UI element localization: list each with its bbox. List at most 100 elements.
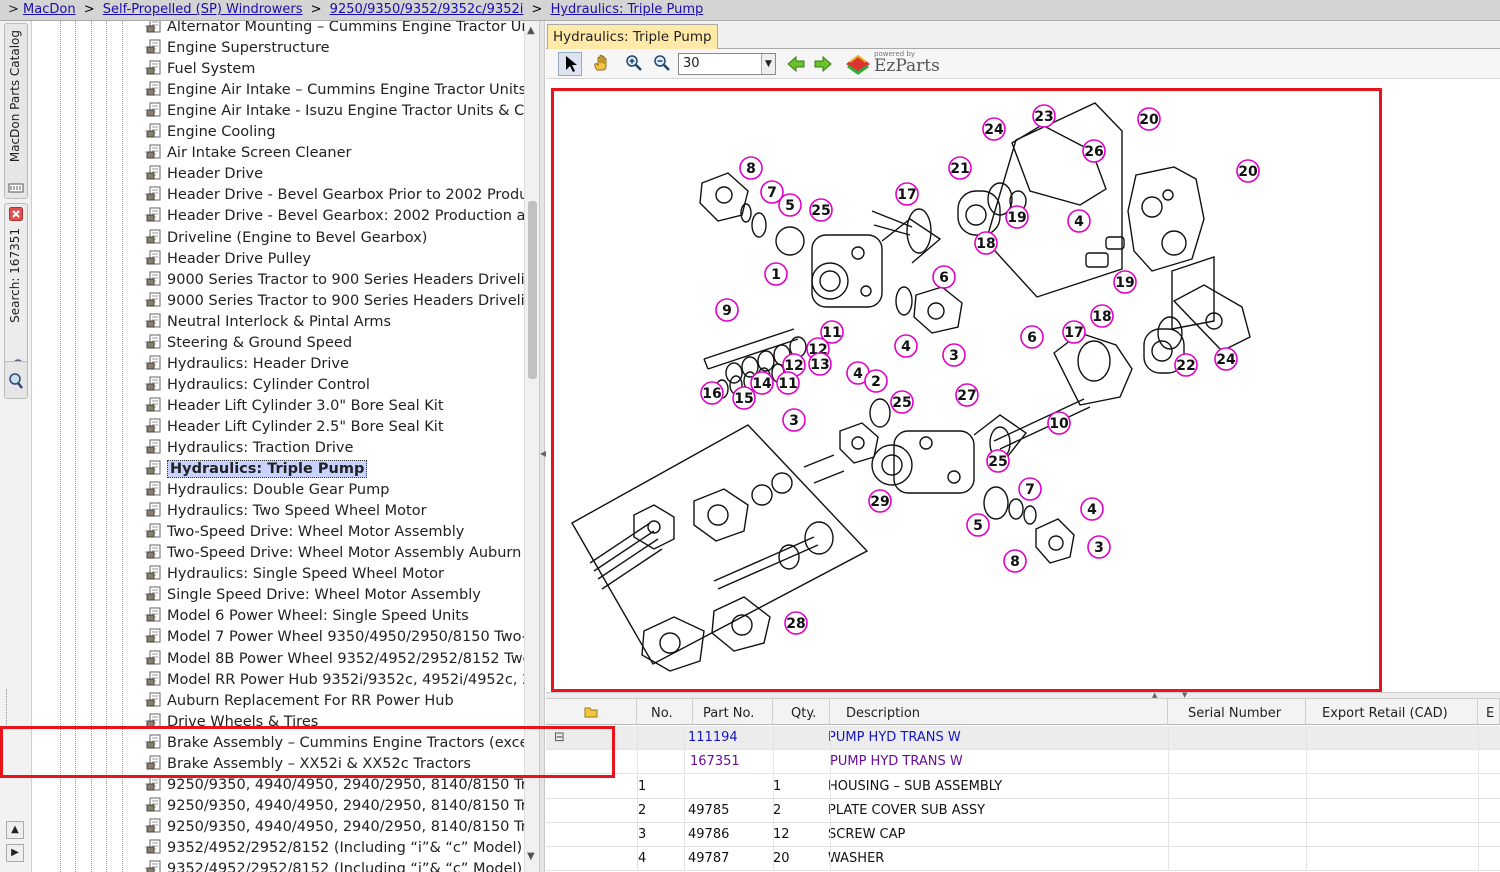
tree-item[interactable]: Header Drive Pulley (139, 249, 311, 270)
callout-3[interactable]: 3 (1087, 535, 1111, 559)
callout-16[interactable]: 16 (700, 381, 724, 405)
callout-20[interactable]: 20 (1236, 159, 1260, 183)
table-row[interactable]: ⊟ 111194 PUMP HYD TRANS W (546, 726, 1500, 750)
column-header-no[interactable]: No. (637, 699, 693, 725)
pane-splitter[interactable]: ◀ (539, 21, 546, 872)
callout-4[interactable]: 4 (1067, 209, 1091, 233)
tree-item[interactable]: Hydraulics: Triple Pump (139, 459, 368, 480)
tree-item[interactable]: 9352/4952/2952/8152 (Including “i”& “c” … (139, 838, 539, 859)
tree-item[interactable]: Neutral Interlock & Pintal Arms (139, 312, 391, 333)
column-header-serial-number[interactable]: Serial Number (1168, 699, 1306, 725)
tree-item[interactable]: Two-Speed Drive: Wheel Motor Assembly Au… (139, 543, 539, 564)
callout-8[interactable]: 8 (1003, 549, 1027, 573)
breadcrumb-current[interactable]: Hydraulics: Triple Pump (551, 2, 704, 17)
callout-17[interactable]: 17 (1062, 320, 1086, 344)
tree-item[interactable]: Engine Superstructure (139, 38, 330, 59)
tree-item[interactable]: Brake Assembly – Cummins Engine Tractors… (139, 733, 539, 754)
table-row[interactable]: 1 1 HOUSING – SUB ASSEMBLY (546, 775, 1500, 799)
chevron-down-icon[interactable]: ▼ (761, 54, 775, 74)
column-header-part-no[interactable]: Part No. (693, 699, 773, 725)
tree-scrollbar[interactable]: ▲ ▼ (524, 21, 539, 872)
callout-28[interactable]: 28 (784, 611, 808, 635)
select-tool-button[interactable] (558, 52, 582, 76)
tree-item[interactable]: Alternator Mounting – Cummins Engine Tra… (139, 21, 539, 38)
callout-25[interactable]: 25 (809, 198, 833, 222)
scrollbar-thumb[interactable] (528, 201, 537, 379)
callout-8[interactable]: 8 (739, 156, 763, 180)
tree-item[interactable]: Header Drive - Bevel Gearbox Prior to 20… (139, 185, 539, 206)
tree-item[interactable]: 9250/9350, 4940/4950, 2940/2950, 8140/81… (139, 796, 539, 817)
splitter-down-icon[interactable]: ▼ (1182, 691, 1187, 699)
tree-item[interactable]: Air Intake Screen Cleaner (139, 143, 351, 164)
callout-3[interactable]: 3 (942, 343, 966, 367)
tree-item[interactable]: Header Drive - Bevel Gearbox: 2002 Produ… (139, 206, 539, 227)
callout-19[interactable]: 19 (1005, 205, 1029, 229)
table-row[interactable]: 3 49786 12 SCREW CAP (546, 823, 1500, 847)
breadcrumb-model[interactable]: 9250/9350/9352/9352c/9352i (330, 2, 524, 17)
tree-item[interactable]: Single Speed Drive: Wheel Motor Assembly (139, 585, 481, 606)
tree-item[interactable]: Hydraulics: Double Gear Pump (139, 480, 389, 501)
callout-19[interactable]: 19 (1113, 270, 1137, 294)
tree-item[interactable]: Model 6 Power Wheel: Single Speed Units (139, 606, 469, 627)
tree-item[interactable]: Hydraulics: Cylinder Control (139, 375, 370, 396)
column-header-export-retail[interactable]: Export Retail (CAD) (1306, 699, 1478, 725)
scroll-down-arrow-icon[interactable]: ▼ (527, 851, 535, 862)
callout-25[interactable]: 25 (986, 449, 1010, 473)
callout-27[interactable]: 27 (955, 383, 979, 407)
callout-26[interactable]: 26 (1082, 139, 1106, 163)
tree-item[interactable]: Fuel System (139, 59, 255, 80)
tree-item[interactable]: Driveline (Engine to Bevel Gearbox) (139, 228, 427, 249)
breadcrumb-macdon[interactable]: MacDon (23, 2, 76, 17)
callout-14[interactable]: 14 (750, 371, 774, 395)
callout-15[interactable]: 15 (732, 386, 756, 410)
pan-tool-button[interactable] (589, 52, 613, 76)
callout-17[interactable]: 17 (895, 182, 919, 206)
scroll-down-button[interactable]: ▶ (6, 844, 24, 862)
callout-24[interactable]: 24 (982, 117, 1006, 141)
splitter-up-icon[interactable]: ▲ (1152, 691, 1157, 699)
callout-24[interactable]: 24 (1214, 347, 1238, 371)
parts-diagram[interactable]: 23 24 20 26 8 21 7 17 5 25 19 20 4 18 1 6 19 9 11 17 18 12 4 3 6… (551, 88, 1382, 692)
tree-item[interactable]: Model RR Power Hub 9352i/9352c, 4952i/49… (139, 670, 539, 691)
callout-6[interactable]: 6 (1020, 325, 1044, 349)
callout-6[interactable]: 6 (932, 265, 956, 289)
callout-1[interactable]: 1 (764, 262, 788, 286)
tab-search-results[interactable]: Search: 167351 (4, 203, 28, 379)
tree-item[interactable]: Header Lift Cylinder 3.0" Bore Seal Kit (139, 396, 444, 417)
callout-18[interactable]: 18 (974, 231, 998, 255)
table-row[interactable]: 167351 PUMP HYD TRANS W (546, 750, 1500, 774)
callout-13[interactable]: 13 (808, 352, 832, 376)
tree-item[interactable]: 9000 Series Tractor to 900 Series Header… (139, 291, 539, 312)
callout-5[interactable]: 5 (778, 193, 802, 217)
close-icon[interactable] (9, 207, 23, 221)
callout-22[interactable]: 22 (1174, 353, 1198, 377)
tree-item[interactable]: 9352/4952/2952/8152 (Including “i”& “c” … (139, 859, 539, 872)
callout-20[interactable]: 20 (1137, 107, 1161, 131)
tree-item[interactable]: Engine Air Intake – Cummins Engine Tract… (139, 80, 526, 101)
previous-button[interactable] (784, 52, 808, 76)
row-expander[interactable]: ⊟ (554, 726, 565, 750)
scroll-up-button[interactable]: ▲ (6, 821, 24, 839)
callout-2[interactable]: 2 (864, 369, 888, 393)
tab-parts-catalog[interactable]: MacDon Parts Catalog (4, 23, 28, 199)
table-row[interactable]: 4 49787 20 WASHER (546, 847, 1500, 871)
callout-4[interactable]: 4 (1080, 497, 1104, 521)
table-row[interactable]: 2 49785 2 PLATE COVER SUB ASSY (546, 799, 1500, 823)
callout-18[interactable]: 18 (1090, 304, 1114, 328)
tree-item[interactable]: Model 7 Power Wheel 9350/4950/2950/8150 … (139, 627, 539, 648)
callout-29[interactable]: 29 (868, 489, 892, 513)
column-header-attachment[interactable] (546, 699, 637, 725)
callout-9[interactable]: 9 (715, 298, 739, 322)
tree-item[interactable]: Hydraulics: Traction Drive (139, 438, 353, 459)
zoom-out-button[interactable] (650, 52, 674, 76)
column-header-e[interactable]: E (1478, 699, 1500, 725)
tab-search[interactable] (4, 361, 28, 399)
tree-item[interactable]: Auburn Replacement For RR Power Hub (139, 691, 454, 712)
callout-25[interactable]: 25 (890, 390, 914, 414)
column-header-qty[interactable]: Qty. (773, 699, 830, 725)
callout-7[interactable]: 7 (1018, 477, 1042, 501)
tree-item[interactable]: Steering & Ground Speed (139, 333, 352, 354)
scroll-up-arrow-icon[interactable]: ▲ (527, 25, 535, 36)
callout-23[interactable]: 23 (1032, 104, 1056, 128)
tree-item[interactable]: Drive Wheels & Tires (139, 712, 318, 733)
